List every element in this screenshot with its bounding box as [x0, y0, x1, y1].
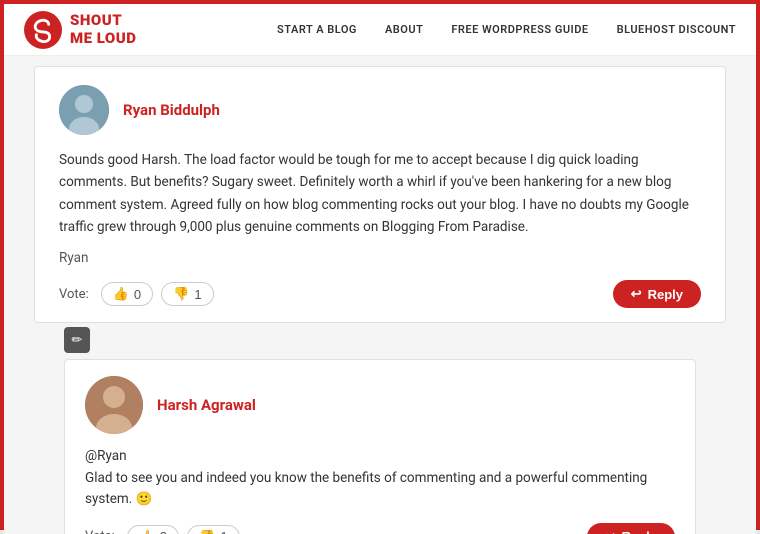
avatar-ryan: [59, 85, 109, 135]
harsh-vote-down[interactable]: 👎 1: [187, 525, 239, 534]
harsh-vote-row: Vote: 👍 3 👎 1 ↩ Reply: [85, 523, 675, 534]
harsh-reply-label: Reply: [622, 529, 657, 534]
nav-wordpress-guide[interactable]: FREE WORDPRESS GUIDE: [451, 23, 588, 36]
avatar-harsh: [85, 376, 143, 434]
harsh-body-line1: @Ryan: [85, 446, 675, 468]
ryan-reply-button[interactable]: ↩ Reply: [613, 280, 701, 308]
ryan-vote-label: Vote:: [59, 287, 89, 302]
nav-about[interactable]: ABOUT: [385, 23, 423, 36]
harsh-votes: Vote: 👍 3 👎 1: [85, 525, 240, 534]
logo: SHOUT ME LOUD: [24, 11, 136, 49]
ryan-votes: Vote: 👍 0 👎 1: [59, 282, 214, 306]
ryan-vote-up[interactable]: 👍 0: [101, 282, 153, 306]
ryan-reply-label: Reply: [648, 287, 683, 302]
header: SHOUT ME LOUD START A BLOG ABOUT FREE WO…: [4, 4, 756, 56]
ryan-vote-row: Vote: 👍 0 👎 1 ↩ Reply: [59, 280, 701, 308]
ryan-vote-down[interactable]: 👎 1: [161, 282, 213, 306]
harsh-comment-header: Harsh Agrawal: [85, 376, 675, 434]
thumbs-down-icon: 👎: [173, 286, 189, 302]
harsh-name: Harsh Agrawal: [157, 396, 256, 414]
logo-icon: [24, 11, 62, 49]
ryan-signature: Ryan: [59, 250, 701, 266]
main-nav: START A BLOG ABOUT FREE WORDPRESS GUIDE …: [277, 23, 736, 36]
harsh-vote-label: Vote:: [85, 529, 115, 534]
content-wrapper: Ryan Biddulph Sounds good Harsh. The loa…: [4, 56, 756, 534]
harsh-comment-body: @Ryan Glad to see you and indeed you kno…: [85, 446, 675, 511]
ryan-comment-body: Sounds good Harsh. The load factor would…: [59, 149, 701, 238]
comment-header-ryan: Ryan Biddulph: [59, 85, 701, 135]
ryan-vote-up-count: 0: [134, 287, 141, 302]
harsh-reply-button[interactable]: ↩ Reply: [587, 523, 675, 534]
ryan-name: Ryan Biddulph: [123, 101, 220, 119]
harsh-vote-up[interactable]: 👍 3: [127, 525, 179, 534]
logo-text: SHOUT ME LOUD: [70, 12, 136, 47]
comment-card-ryan: Ryan Biddulph Sounds good Harsh. The loa…: [34, 66, 726, 323]
thumbs-up-icon: 👍: [113, 286, 129, 302]
ryan-vote-down-count: 1: [194, 287, 201, 302]
edit-icon-button[interactable]: ✏: [64, 327, 90, 353]
nested-comment-card-harsh: Harsh Agrawal @Ryan Glad to see you and …: [64, 359, 696, 534]
harsh-vote-down-count: 1: [220, 529, 227, 534]
nav-start-blog[interactable]: START A BLOG: [277, 23, 357, 36]
harsh-vote-up-count: 3: [160, 529, 167, 534]
reply-icon: ↩: [631, 286, 642, 302]
nested-comment-wrapper: ✏ Harsh Agrawal @Ryan Glad to see you an…: [34, 323, 726, 534]
harsh-body-line2: Glad to see you and indeed you know the …: [85, 468, 675, 511]
nav-bluehost[interactable]: BLUEHOST DISCOUNT: [617, 23, 736, 36]
